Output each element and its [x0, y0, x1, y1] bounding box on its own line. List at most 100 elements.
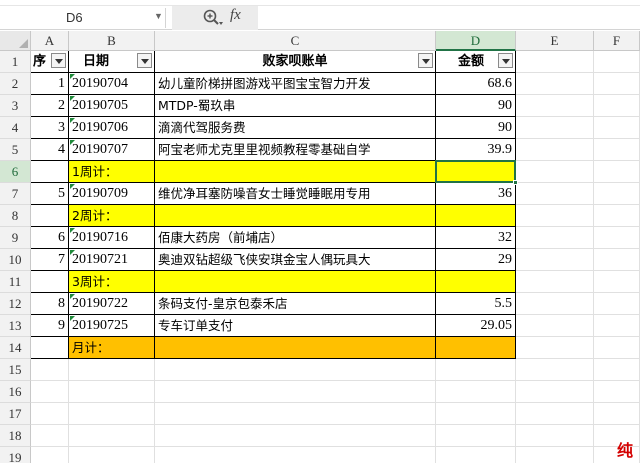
filter-dropdown-icon[interactable] — [498, 53, 513, 68]
cell-seq[interactable] — [31, 161, 69, 183]
row-header-6[interactable]: 6 — [0, 161, 31, 183]
column-header-e[interactable]: E — [516, 31, 594, 51]
chevron-down-icon[interactable]: ▼ — [154, 11, 163, 21]
select-all-corner[interactable] — [0, 31, 31, 51]
empty-cell[interactable] — [594, 403, 640, 425]
column-header-b[interactable]: B — [69, 31, 155, 51]
cell-seq[interactable]: 4 — [31, 139, 69, 161]
cell-amount[interactable]: 29.05 — [436, 315, 516, 337]
empty-cell[interactable] — [516, 139, 594, 161]
empty-cell[interactable] — [516, 293, 594, 315]
filter-dropdown-icon[interactable] — [418, 53, 433, 68]
cell-desc[interactable]: 奥迪双钻超级飞侠安琪金宝人偶玩具大 — [155, 249, 436, 271]
empty-cell[interactable] — [594, 227, 640, 249]
cell-desc[interactable]: 条码支付-皇京包泰禾店 — [155, 293, 436, 315]
row-header-8[interactable]: 8 — [0, 205, 31, 227]
empty-cell[interactable] — [436, 447, 516, 463]
cell-amount[interactable]: 29 — [436, 249, 516, 271]
empty-cell[interactable] — [436, 359, 516, 381]
cell-desc[interactable]: 维优净耳塞防噪音女士睡觉睡眠用专用 — [155, 183, 436, 205]
empty-cell[interactable] — [69, 403, 155, 425]
row-header-14[interactable]: 14 — [0, 337, 31, 359]
name-box[interactable]: D6 ▼ — [0, 8, 166, 28]
cell-desc[interactable]: 幼儿童阶梯拼图游戏平图宝宝智力开发 — [155, 73, 436, 95]
cell-seq[interactable]: 8 — [31, 293, 69, 315]
cell-date[interactable]: 20190725 — [69, 315, 155, 337]
row-header-18[interactable]: 18 — [0, 425, 31, 447]
empty-cell[interactable] — [516, 95, 594, 117]
row-header-16[interactable]: 16 — [0, 381, 31, 403]
cell-amount[interactable] — [436, 337, 516, 359]
empty-cell[interactable] — [594, 73, 640, 95]
row-header-7[interactable]: 7 — [0, 183, 31, 205]
cell-seq[interactable]: 7 — [31, 249, 69, 271]
header-cell-seq[interactable]: 序 — [31, 51, 69, 73]
empty-cell[interactable] — [594, 293, 640, 315]
empty-cell[interactable] — [594, 249, 640, 271]
cell-desc[interactable]: 滴滴代驾服务费 — [155, 117, 436, 139]
empty-cell[interactable] — [155, 425, 436, 447]
cell-amount[interactable] — [436, 205, 516, 227]
empty-cell[interactable] — [594, 51, 640, 73]
cell-desc[interactable] — [155, 271, 436, 293]
subtotal-label-cell[interactable]: 3周计： — [69, 271, 155, 293]
cell-amount[interactable]: 32 — [436, 227, 516, 249]
row-header-5[interactable]: 5 — [0, 139, 31, 161]
cell-seq[interactable] — [31, 271, 69, 293]
cell-date[interactable]: 20190721 — [69, 249, 155, 271]
cell-desc[interactable] — [155, 161, 436, 183]
row-header-12[interactable]: 12 — [0, 293, 31, 315]
header-cell-date[interactable]: 日期 — [69, 51, 155, 73]
empty-cell[interactable] — [594, 271, 640, 293]
empty-cell[interactable] — [516, 73, 594, 95]
cell-seq[interactable]: 9 — [31, 315, 69, 337]
empty-cell[interactable] — [436, 403, 516, 425]
subtotal-label-cell[interactable]: 月计： — [69, 337, 155, 359]
empty-cell[interactable] — [516, 249, 594, 271]
row-header-13[interactable]: 13 — [0, 315, 31, 337]
empty-cell[interactable] — [155, 381, 436, 403]
cell-desc[interactable]: 佰康大药房（前埔店） — [155, 227, 436, 249]
empty-cell[interactable] — [594, 161, 640, 183]
empty-cell[interactable] — [594, 183, 640, 205]
zoom-icon[interactable] — [202, 8, 224, 28]
empty-cell[interactable] — [31, 425, 69, 447]
cell-seq[interactable]: 2 — [31, 95, 69, 117]
row-header-1[interactable]: 1 — [0, 51, 31, 73]
cell-amount[interactable]: 90 — [436, 95, 516, 117]
empty-cell[interactable] — [594, 139, 640, 161]
cell-seq[interactable]: 1 — [31, 73, 69, 95]
empty-cell[interactable] — [155, 447, 436, 463]
empty-cell[interactable] — [516, 183, 594, 205]
empty-cell[interactable] — [516, 425, 594, 447]
row-header-9[interactable]: 9 — [0, 227, 31, 249]
cell-desc[interactable]: MTDP-蜀玖串 — [155, 95, 436, 117]
cell-desc[interactable]: 阿宝老师尤克里里视频教程零基础自学 — [155, 139, 436, 161]
empty-cell[interactable] — [516, 51, 594, 73]
cell-date[interactable]: 20190704 — [69, 73, 155, 95]
empty-cell[interactable] — [155, 403, 436, 425]
cell-date[interactable]: 20190709 — [69, 183, 155, 205]
cell-seq[interactable]: 5 — [31, 183, 69, 205]
cell-seq[interactable]: 3 — [31, 117, 69, 139]
cell-amount[interactable]: 5.5 — [436, 293, 516, 315]
cell-amount[interactable]: 36 — [436, 183, 516, 205]
empty-cell[interactable] — [69, 425, 155, 447]
header-cell-desc[interactable]: 败家呗账单 — [155, 51, 436, 73]
empty-cell[interactable] — [594, 95, 640, 117]
subtotal-label-cell[interactable]: 2周计： — [69, 205, 155, 227]
empty-cell[interactable] — [436, 381, 516, 403]
cell-desc[interactable]: 专车订单支付 — [155, 315, 436, 337]
empty-cell[interactable] — [436, 425, 516, 447]
empty-cell[interactable] — [594, 205, 640, 227]
header-cell-amount[interactable]: 金额 — [436, 51, 516, 73]
cell-date[interactable]: 20190706 — [69, 117, 155, 139]
cell-amount[interactable]: 39.9 — [436, 139, 516, 161]
empty-cell[interactable] — [594, 381, 640, 403]
empty-cell[interactable] — [594, 117, 640, 139]
empty-cell[interactable] — [31, 359, 69, 381]
cell-amount[interactable]: 68.6 — [436, 73, 516, 95]
empty-cell[interactable] — [516, 359, 594, 381]
cell-desc[interactable] — [155, 337, 436, 359]
empty-cell[interactable] — [594, 337, 640, 359]
